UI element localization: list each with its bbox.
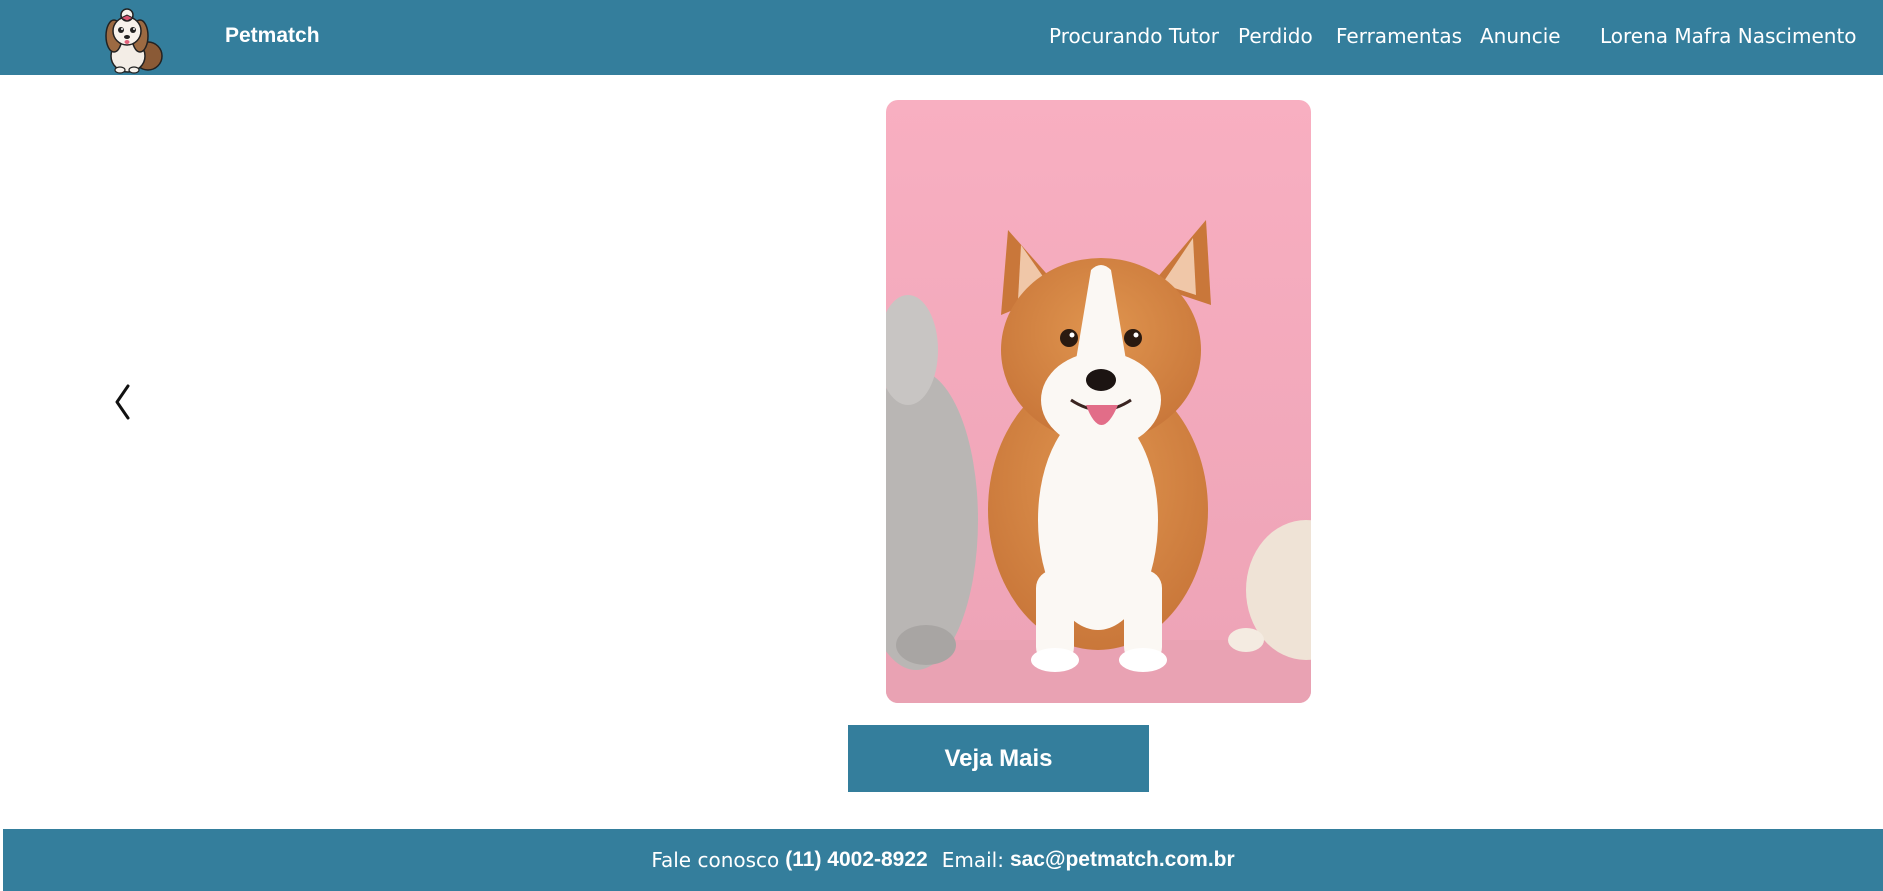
carousel-prev-button[interactable]: [108, 380, 136, 424]
petmatch-logo-icon[interactable]: [96, 6, 168, 74]
pet-photo: [886, 100, 1311, 703]
veja-mais-button[interactable]: Veja Mais: [848, 725, 1149, 792]
corgi-photo-illustration: [886, 100, 1311, 703]
nav-perdido[interactable]: Perdido: [1238, 24, 1313, 48]
brand-name[interactable]: Petmatch: [225, 24, 320, 48]
footer-contact-label: Fale conosco: [651, 848, 780, 872]
footer-phone[interactable]: (11) 4002-8922: [785, 848, 927, 872]
top-navbar: Petmatch Procurando Tutor Perdido Ferram…: [0, 0, 1883, 75]
nav-procurando-tutor[interactable]: Procurando Tutor: [1049, 24, 1219, 48]
footer-email-link[interactable]: sac@petmatch.com.br: [1010, 848, 1235, 872]
footer-email-label: Email:: [941, 848, 1004, 872]
chevron-left-icon: [115, 384, 130, 420]
nav-anuncie[interactable]: Anuncie: [1480, 24, 1561, 48]
footer-bar: Fale conosco (11) 4002-8922 Email: sac@p…: [3, 829, 1883, 891]
user-name-link[interactable]: Lorena Mafra Nascimento: [1600, 24, 1857, 48]
nav-ferramentas[interactable]: Ferramentas: [1336, 24, 1462, 48]
